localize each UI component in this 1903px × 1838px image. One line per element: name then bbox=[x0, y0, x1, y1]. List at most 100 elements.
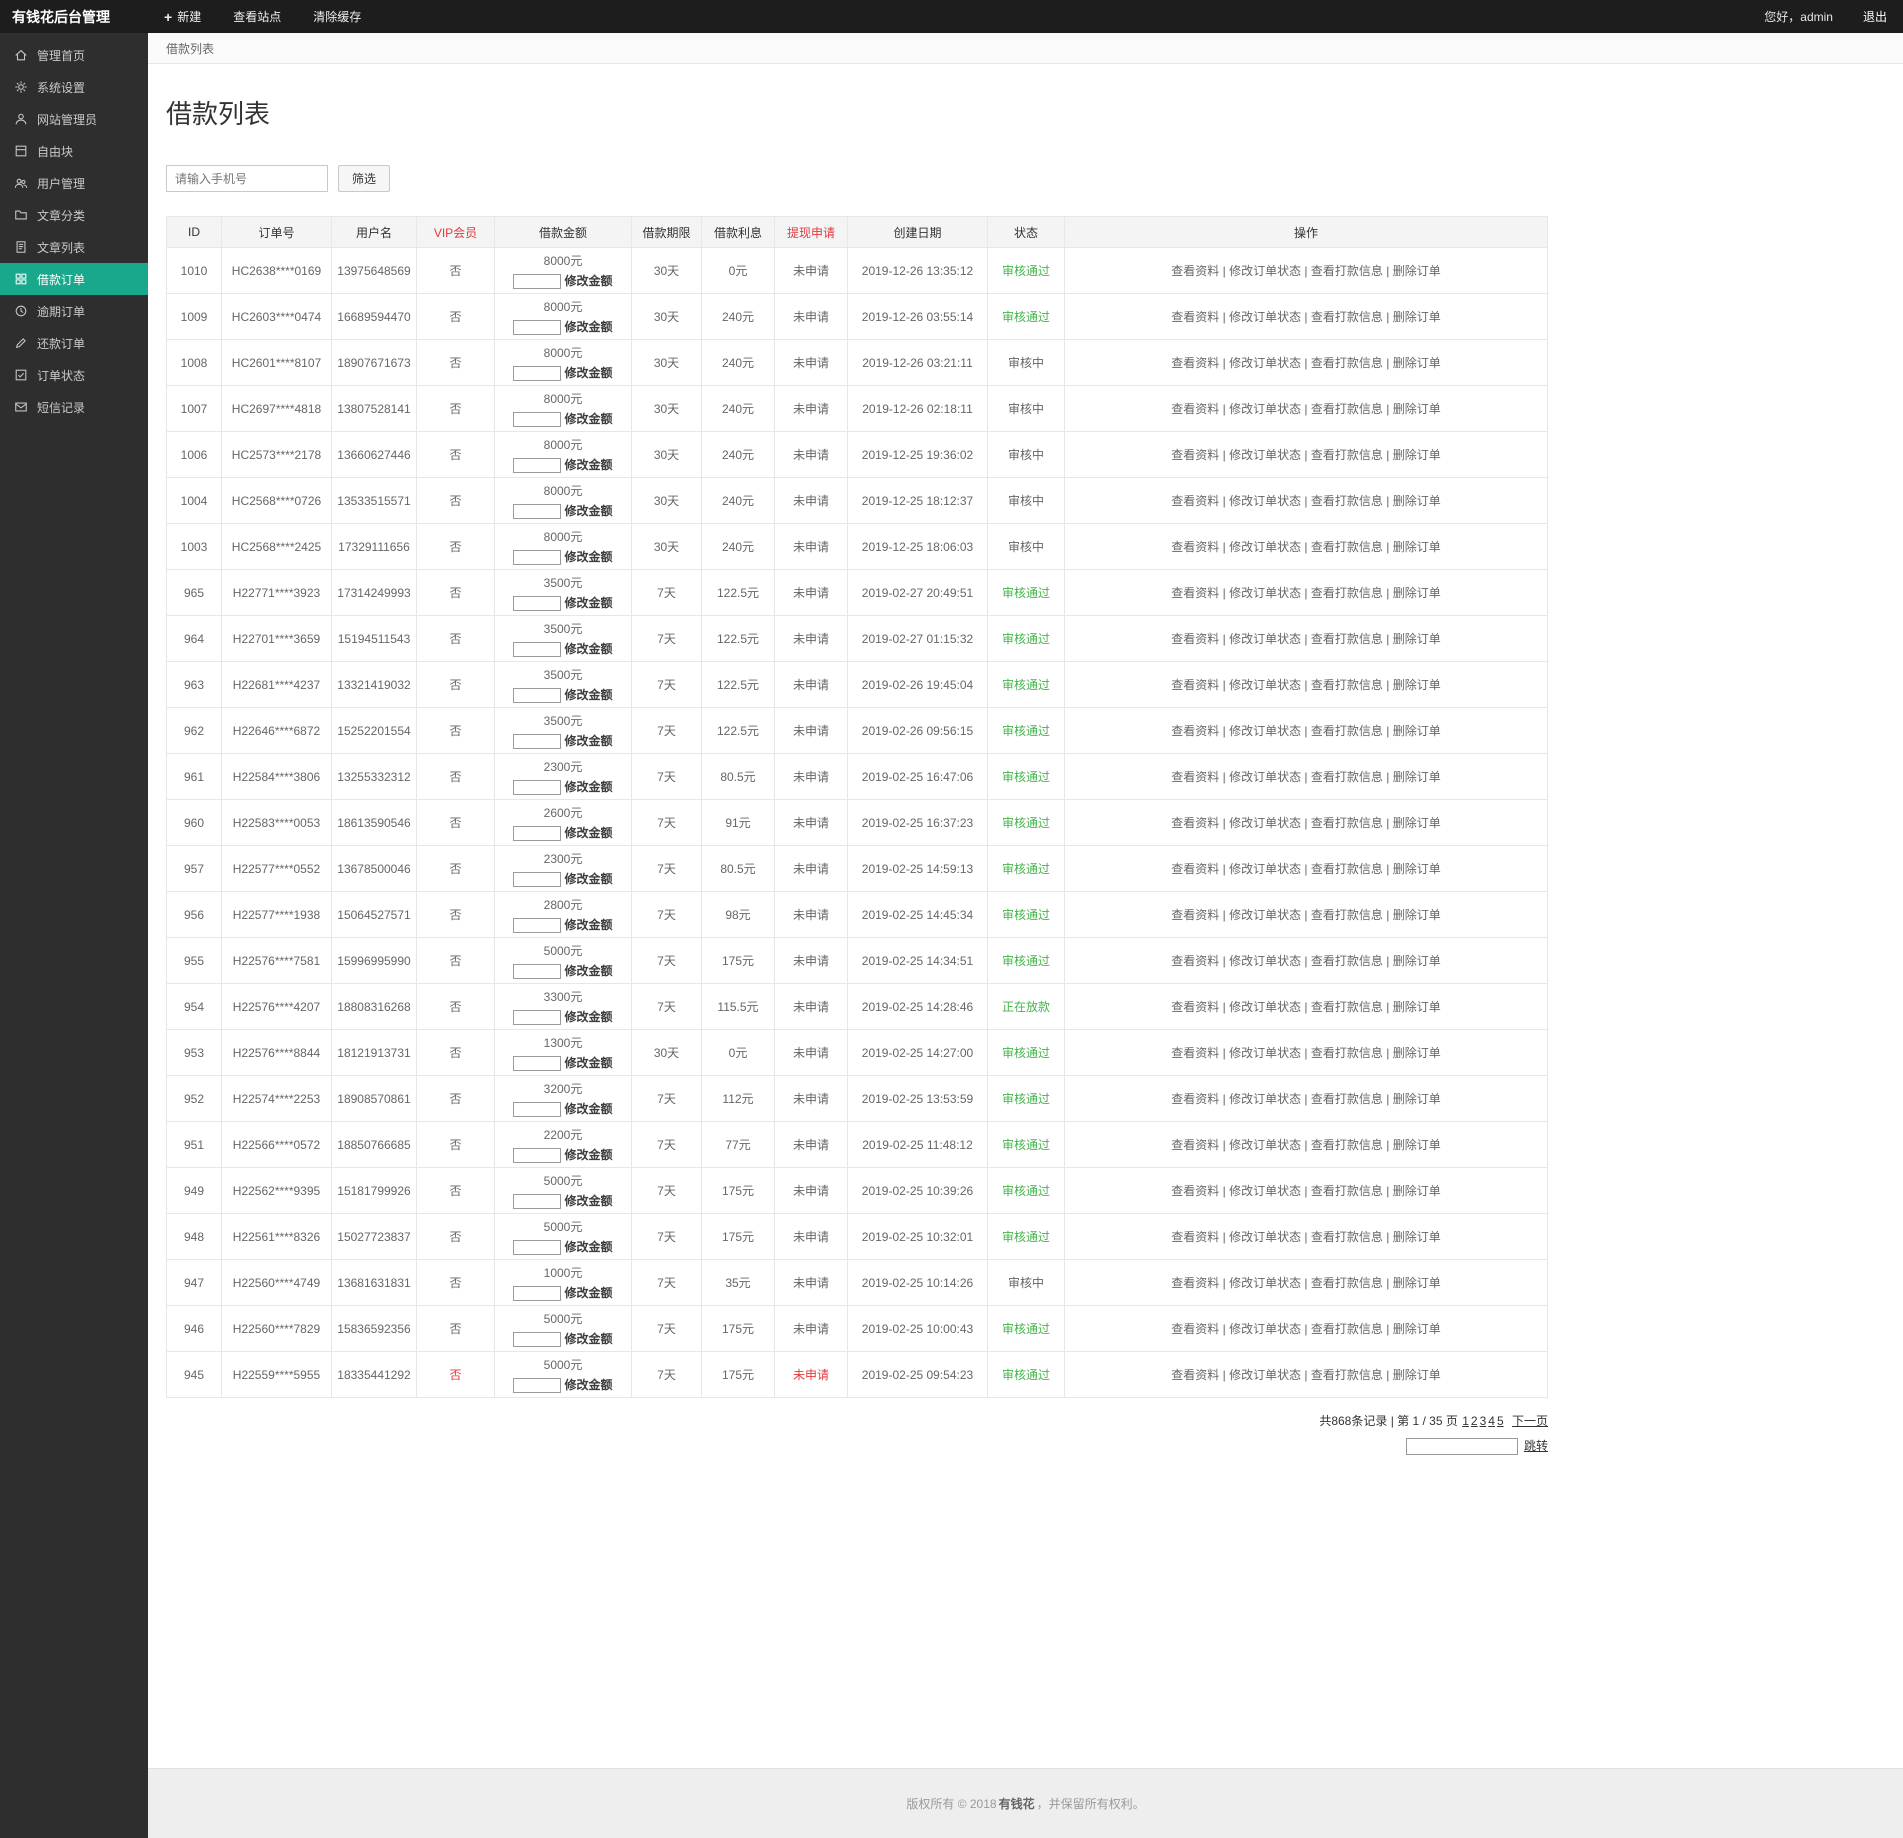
action-view-profile[interactable]: 查看资料 bbox=[1171, 356, 1219, 370]
action-edit-order-status[interactable]: 修改订单状态 bbox=[1229, 1138, 1301, 1152]
action-edit-order-status[interactable]: 修改订单状态 bbox=[1229, 954, 1301, 968]
action-delete-order[interactable]: 删除订单 bbox=[1393, 1322, 1441, 1336]
modify-amount-button[interactable]: 修改金额 bbox=[564, 688, 612, 702]
action-view-payment-info[interactable]: 查看打款信息 bbox=[1311, 724, 1383, 738]
action-view-payment-info[interactable]: 查看打款信息 bbox=[1311, 448, 1383, 462]
action-view-profile[interactable]: 查看资料 bbox=[1171, 402, 1219, 416]
action-edit-order-status[interactable]: 修改订单状态 bbox=[1229, 264, 1301, 278]
sidebar-item-sms[interactable]: 短信记录 bbox=[0, 391, 148, 423]
amount-input[interactable] bbox=[513, 1332, 561, 1347]
sidebar-item-admin[interactable]: 网站管理员 bbox=[0, 103, 148, 135]
action-delete-order[interactable]: 删除订单 bbox=[1393, 586, 1441, 600]
jump-button[interactable]: 跳转 bbox=[1524, 1439, 1548, 1453]
page-link-5[interactable]: 5 bbox=[1497, 1414, 1504, 1428]
jump-page-input[interactable] bbox=[1406, 1438, 1518, 1455]
modify-amount-button[interactable]: 修改金额 bbox=[564, 1056, 612, 1070]
action-delete-order[interactable]: 删除订单 bbox=[1393, 1276, 1441, 1290]
amount-input[interactable] bbox=[513, 688, 561, 703]
action-edit-order-status[interactable]: 修改订单状态 bbox=[1229, 1046, 1301, 1060]
logout-link[interactable]: 退出 bbox=[1847, 0, 1903, 33]
action-delete-order[interactable]: 删除订单 bbox=[1393, 632, 1441, 646]
action-view-profile[interactable]: 查看资料 bbox=[1171, 816, 1219, 830]
page-link-4[interactable]: 4 bbox=[1488, 1414, 1495, 1428]
action-view-profile[interactable]: 查看资料 bbox=[1171, 1276, 1219, 1290]
action-delete-order[interactable]: 删除订单 bbox=[1393, 1092, 1441, 1106]
action-delete-order[interactable]: 删除订单 bbox=[1393, 1046, 1441, 1060]
action-view-profile[interactable]: 查看资料 bbox=[1171, 1322, 1219, 1336]
action-view-profile[interactable]: 查看资料 bbox=[1171, 862, 1219, 876]
action-edit-order-status[interactable]: 修改订单状态 bbox=[1229, 356, 1301, 370]
sidebar-item-repay[interactable]: 还款订单 bbox=[0, 327, 148, 359]
action-view-profile[interactable]: 查看资料 bbox=[1171, 770, 1219, 784]
action-edit-order-status[interactable]: 修改订单状态 bbox=[1229, 770, 1301, 784]
action-delete-order[interactable]: 删除订单 bbox=[1393, 494, 1441, 508]
action-view-profile[interactable]: 查看资料 bbox=[1171, 1000, 1219, 1014]
action-view-profile[interactable]: 查看资料 bbox=[1171, 1184, 1219, 1198]
action-view-payment-info[interactable]: 查看打款信息 bbox=[1311, 1092, 1383, 1106]
action-edit-order-status[interactable]: 修改订单状态 bbox=[1229, 1000, 1301, 1014]
action-delete-order[interactable]: 删除订单 bbox=[1393, 862, 1441, 876]
action-delete-order[interactable]: 删除订单 bbox=[1393, 1230, 1441, 1244]
modify-amount-button[interactable]: 修改金额 bbox=[564, 1148, 612, 1162]
amount-input[interactable] bbox=[513, 1194, 561, 1209]
action-delete-order[interactable]: 删除订单 bbox=[1393, 908, 1441, 922]
action-edit-order-status[interactable]: 修改订单状态 bbox=[1229, 724, 1301, 738]
sidebar-item-articles[interactable]: 文章列表 bbox=[0, 231, 148, 263]
sidebar-item-status[interactable]: 订单状态 bbox=[0, 359, 148, 391]
action-edit-order-status[interactable]: 修改订单状态 bbox=[1229, 494, 1301, 508]
amount-input[interactable] bbox=[513, 1056, 561, 1071]
amount-input[interactable] bbox=[513, 596, 561, 611]
action-view-payment-info[interactable]: 查看打款信息 bbox=[1311, 264, 1383, 278]
modify-amount-button[interactable]: 修改金额 bbox=[564, 550, 612, 564]
action-delete-order[interactable]: 删除订单 bbox=[1393, 724, 1441, 738]
action-view-profile[interactable]: 查看资料 bbox=[1171, 678, 1219, 692]
action-delete-order[interactable]: 删除订单 bbox=[1393, 356, 1441, 370]
amount-input[interactable] bbox=[513, 1010, 561, 1025]
action-view-profile[interactable]: 查看资料 bbox=[1171, 1046, 1219, 1060]
modify-amount-button[interactable]: 修改金额 bbox=[564, 1010, 612, 1024]
modify-amount-button[interactable]: 修改金额 bbox=[564, 1378, 612, 1392]
action-view-profile[interactable]: 查看资料 bbox=[1171, 1138, 1219, 1152]
action-edit-order-status[interactable]: 修改订单状态 bbox=[1229, 862, 1301, 876]
action-view-payment-info[interactable]: 查看打款信息 bbox=[1311, 770, 1383, 784]
action-view-profile[interactable]: 查看资料 bbox=[1171, 1368, 1219, 1382]
modify-amount-button[interactable]: 修改金额 bbox=[564, 1332, 612, 1346]
sidebar-item-block[interactable]: 自由块 bbox=[0, 135, 148, 167]
amount-input[interactable] bbox=[513, 1378, 561, 1393]
action-edit-order-status[interactable]: 修改订单状态 bbox=[1229, 1230, 1301, 1244]
action-edit-order-status[interactable]: 修改订单状态 bbox=[1229, 816, 1301, 830]
action-delete-order[interactable]: 删除订单 bbox=[1393, 954, 1441, 968]
sidebar-item-overdue[interactable]: 逾期订单 bbox=[0, 295, 148, 327]
sidebar-item-users[interactable]: 用户管理 bbox=[0, 167, 148, 199]
modify-amount-button[interactable]: 修改金额 bbox=[564, 1102, 612, 1116]
amount-input[interactable] bbox=[513, 734, 561, 749]
action-view-payment-info[interactable]: 查看打款信息 bbox=[1311, 1276, 1383, 1290]
action-edit-order-status[interactable]: 修改订单状态 bbox=[1229, 540, 1301, 554]
action-view-profile[interactable]: 查看资料 bbox=[1171, 310, 1219, 324]
sidebar-item-category[interactable]: 文章分类 bbox=[0, 199, 148, 231]
action-delete-order[interactable]: 删除订单 bbox=[1393, 402, 1441, 416]
page-link-3[interactable]: 3 bbox=[1480, 1414, 1487, 1428]
filter-button[interactable]: 筛选 bbox=[338, 165, 390, 192]
modify-amount-button[interactable]: 修改金额 bbox=[564, 1240, 612, 1254]
action-view-payment-info[interactable]: 查看打款信息 bbox=[1311, 816, 1383, 830]
action-view-payment-info[interactable]: 查看打款信息 bbox=[1311, 1138, 1383, 1152]
action-edit-order-status[interactable]: 修改订单状态 bbox=[1229, 402, 1301, 416]
action-delete-order[interactable]: 删除订单 bbox=[1393, 770, 1441, 784]
action-view-payment-info[interactable]: 查看打款信息 bbox=[1311, 1230, 1383, 1244]
topbar-item-view-site[interactable]: 查看站点 bbox=[217, 0, 297, 33]
modify-amount-button[interactable]: 修改金额 bbox=[564, 964, 612, 978]
sidebar-item-loan[interactable]: 借款订单 bbox=[0, 263, 148, 295]
action-view-payment-info[interactable]: 查看打款信息 bbox=[1311, 1046, 1383, 1060]
action-edit-order-status[interactable]: 修改订单状态 bbox=[1229, 632, 1301, 646]
modify-amount-button[interactable]: 修改金额 bbox=[564, 780, 612, 794]
sidebar-item-home[interactable]: 管理首页 bbox=[0, 39, 148, 71]
action-view-profile[interactable]: 查看资料 bbox=[1171, 632, 1219, 646]
action-delete-order[interactable]: 删除订单 bbox=[1393, 540, 1441, 554]
modify-amount-button[interactable]: 修改金额 bbox=[564, 1286, 612, 1300]
action-view-payment-info[interactable]: 查看打款信息 bbox=[1311, 1000, 1383, 1014]
amount-input[interactable] bbox=[513, 1148, 561, 1163]
amount-input[interactable] bbox=[513, 458, 561, 473]
modify-amount-button[interactable]: 修改金额 bbox=[564, 872, 612, 886]
action-view-payment-info[interactable]: 查看打款信息 bbox=[1311, 862, 1383, 876]
